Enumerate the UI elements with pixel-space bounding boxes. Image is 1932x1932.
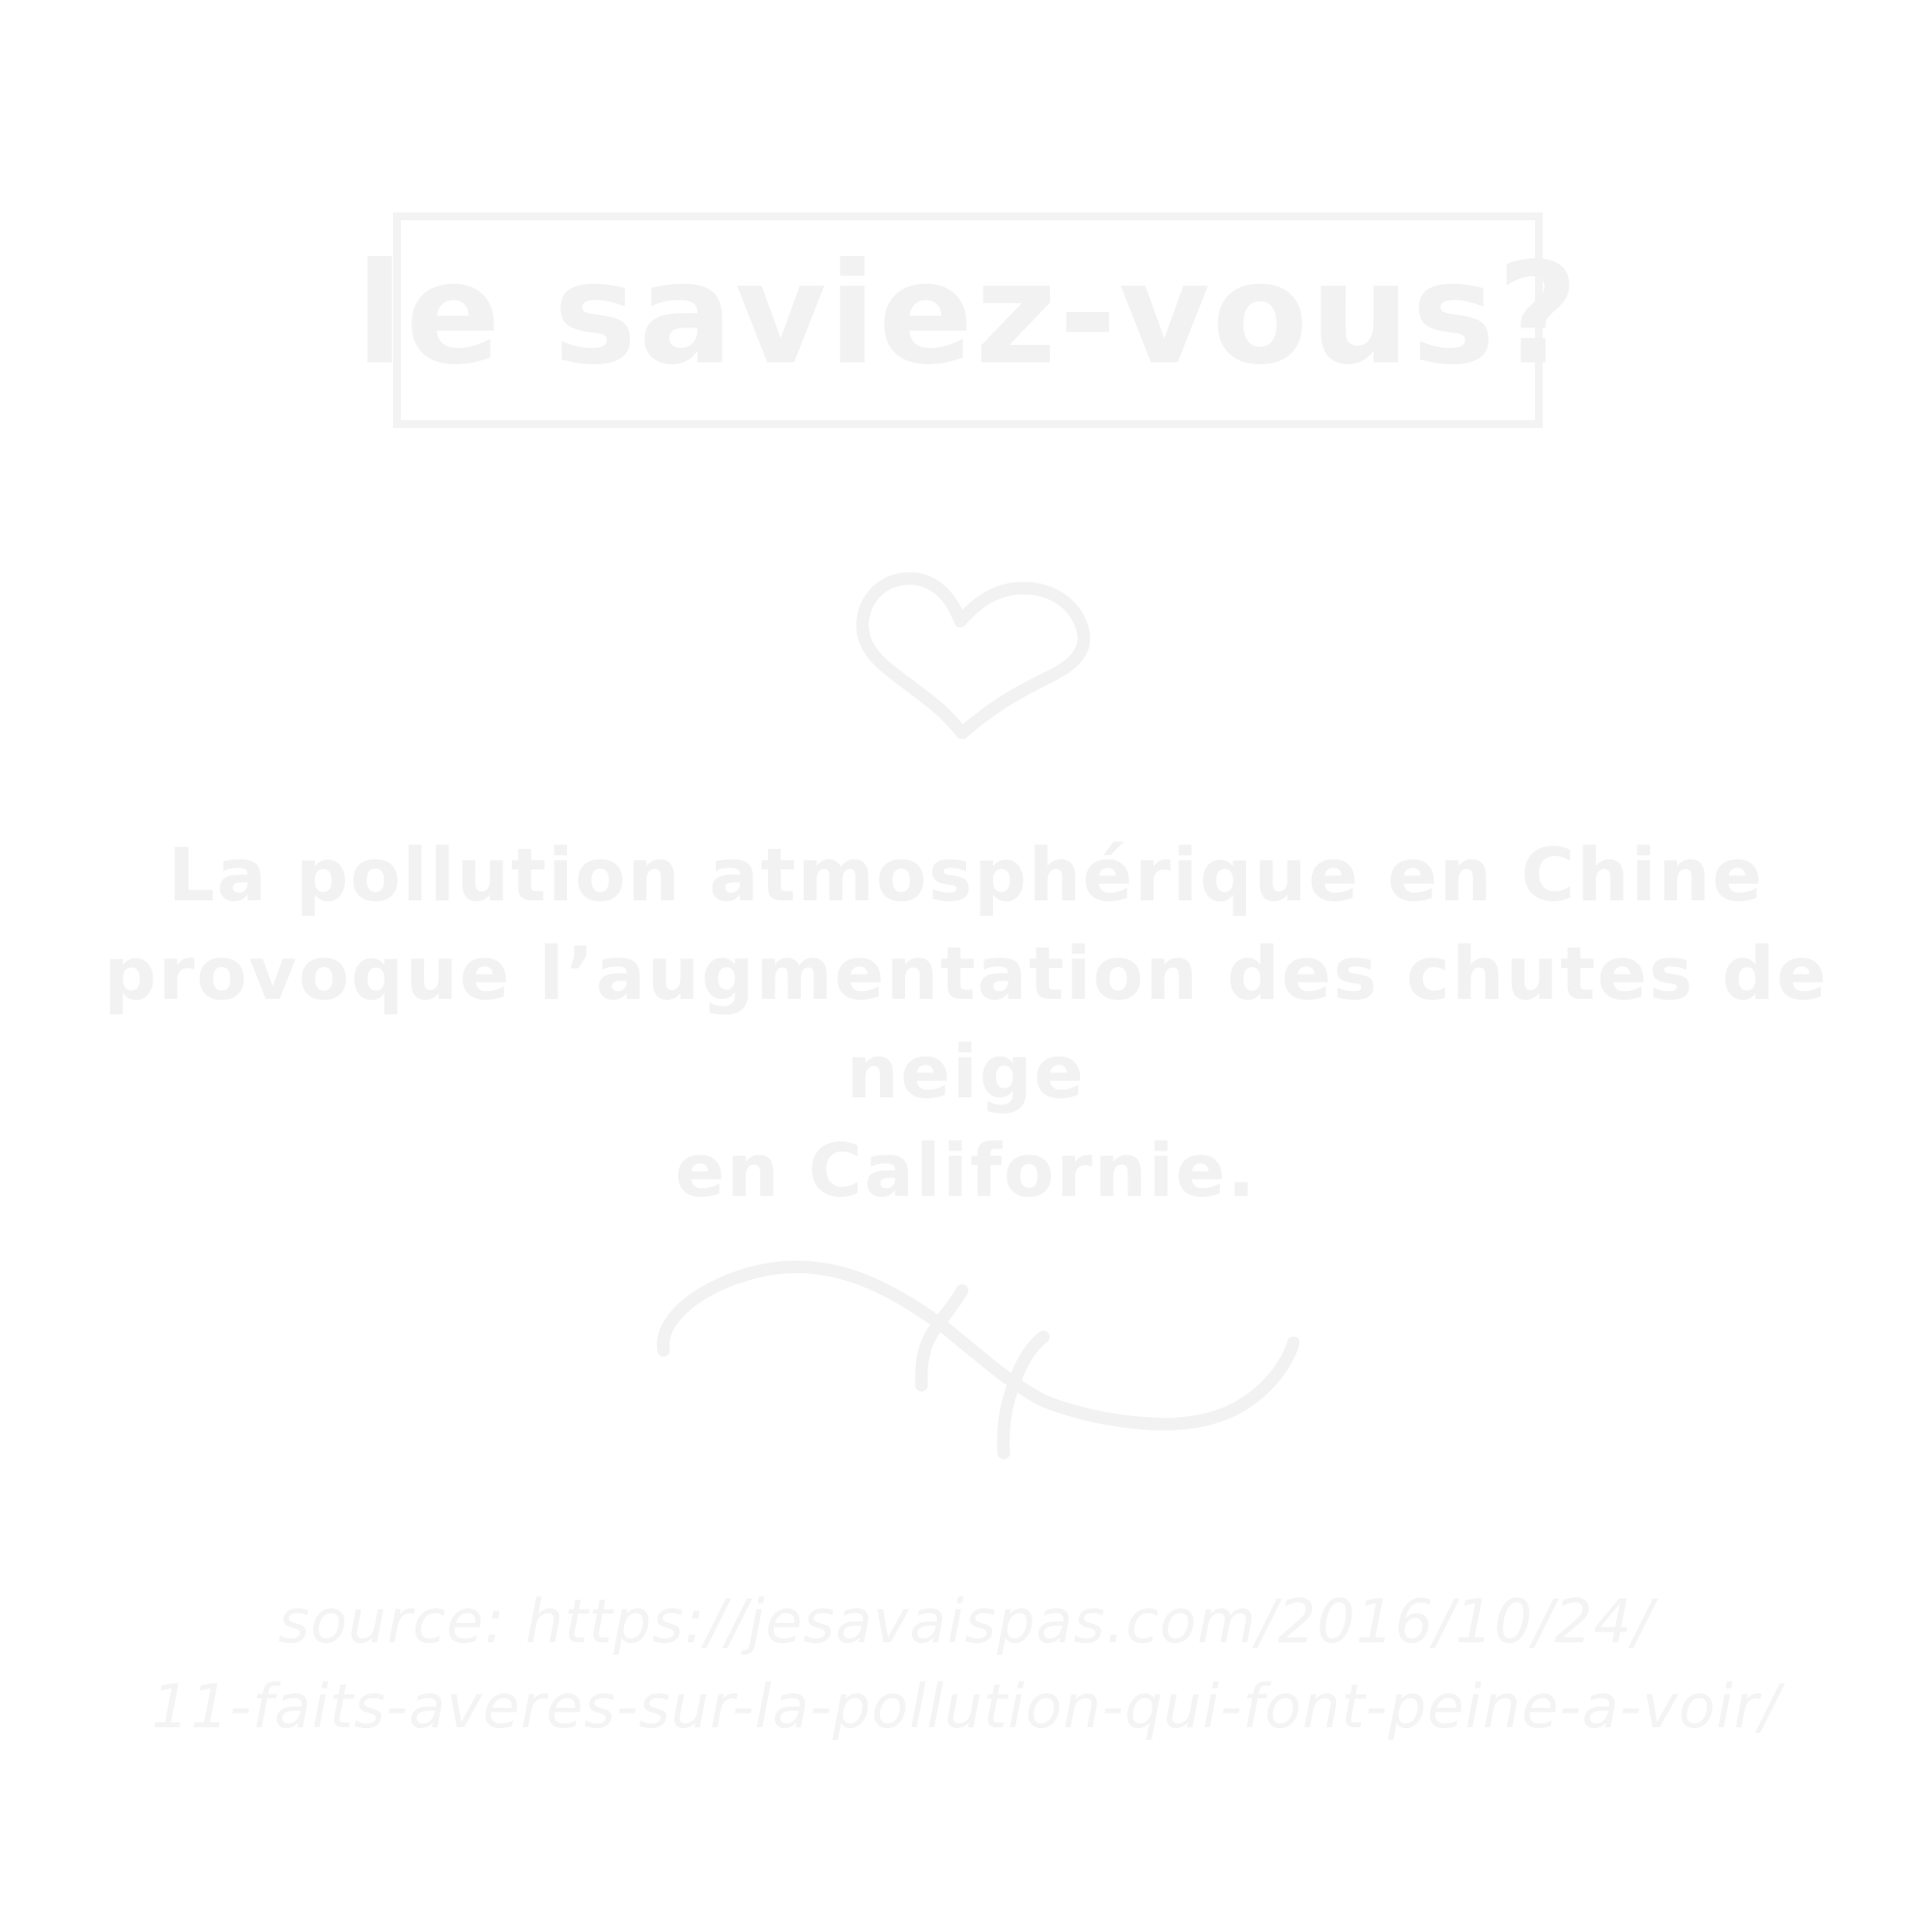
fact-line-3: en Californie. — [674, 1127, 1258, 1213]
fact-line-1: La pollution atmosphérique en Chine — [167, 832, 1765, 918]
page-title: le saviez-vous? — [355, 233, 1580, 396]
swirl-divider-icon — [657, 1260, 1299, 1460]
info-card: le saviez-vous? La pollution atmosphériq… — [0, 0, 1932, 1932]
heart-icon — [856, 572, 1091, 739]
title-frame: le saviez-vous? — [355, 213, 1578, 428]
source-text: source: https://jesavaispas.com/2016/10/… — [58, 1579, 1874, 1749]
source-line-2: 11-faits-averes-sur-la-pollution-qui-fon… — [151, 1671, 1781, 1742]
fact-text: La pollution atmosphérique en Chine prov… — [77, 826, 1855, 1220]
source-line-1: source: https://jesavaispas.com/2016/10/… — [278, 1586, 1654, 1657]
fact-line-2: provoque l’augmentation des chutes de ne… — [103, 930, 1829, 1115]
